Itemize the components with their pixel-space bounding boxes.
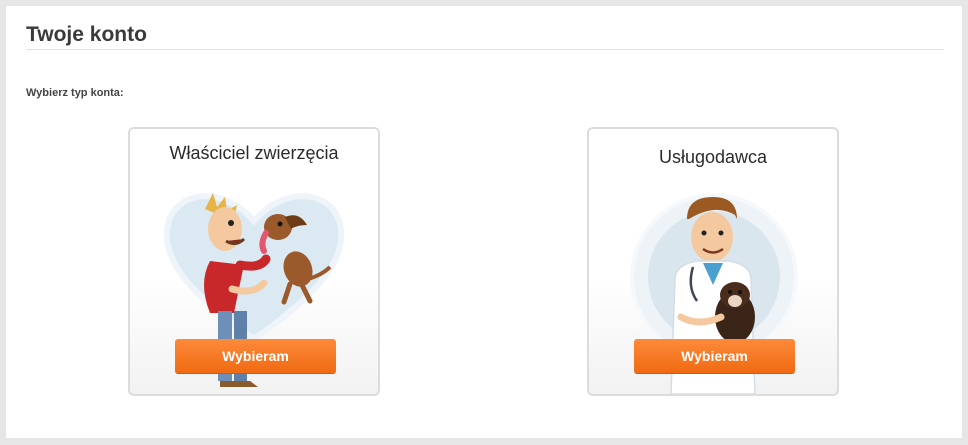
account-panel: Twoje konto Wybierz typ konta: Właścicie… <box>6 6 962 438</box>
title-divider <box>26 49 944 50</box>
choose-provider-button[interactable]: Wybieram <box>634 339 795 373</box>
account-type-card-owner: Właściciel zwierzęcia Wybieram <box>128 127 380 396</box>
account-type-prompt: Wybierz typ konta: <box>26 87 124 99</box>
page-title: Twoje konto <box>26 23 147 46</box>
account-type-card-provider: Usługodawca Wybieram <box>587 127 839 396</box>
choose-owner-button[interactable]: Wybieram <box>175 339 336 373</box>
